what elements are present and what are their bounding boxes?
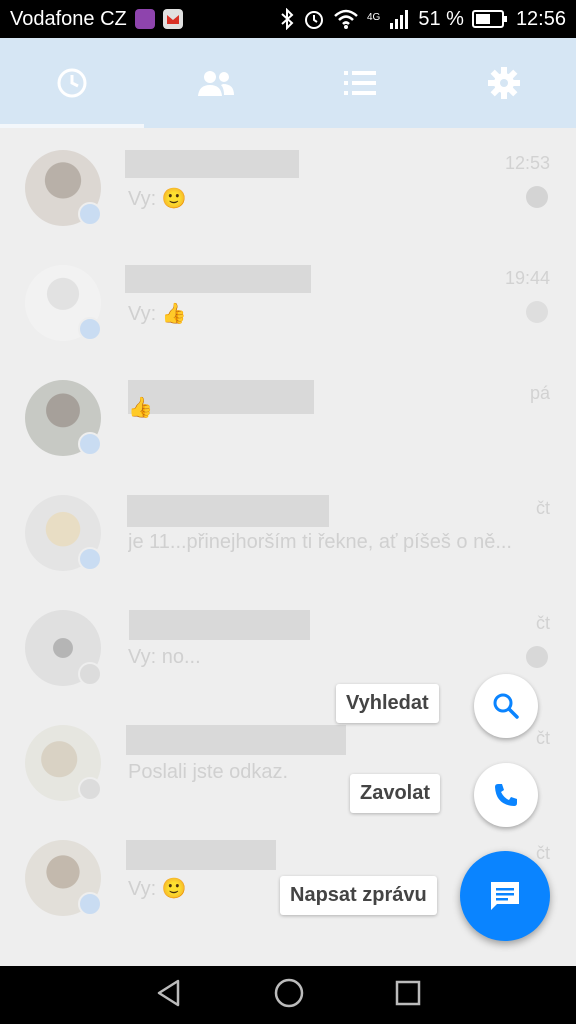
messenger-badge-icon (78, 317, 102, 341)
battery-icon (471, 10, 507, 28)
messenger-badge-icon (78, 892, 102, 916)
seen-avatar-icon (526, 646, 548, 668)
clock-time: 12:56 (515, 7, 566, 30)
gear-icon (488, 67, 520, 99)
recents-button[interactable] (394, 979, 422, 1012)
message-preview: Vy: no... (128, 646, 201, 668)
message-preview: Poslali jste odkaz. (128, 761, 289, 783)
messenger-app: Vy: 🙂 12:53 Vy: 👍 19:44 👍 pá je 11...při… (0, 38, 576, 966)
tab-settings[interactable] (432, 38, 576, 128)
carrier-name: Vodafone CZ (10, 7, 127, 30)
conversation-row[interactable]: 👍 pá (0, 358, 576, 473)
sent-check-icon (526, 186, 548, 208)
search-icon (493, 693, 519, 719)
phone-icon (495, 784, 517, 806)
messenger-badge-icon (78, 202, 102, 226)
message-time: čt (535, 498, 550, 518)
back-button[interactable] (154, 978, 184, 1013)
contact-name-redacted (126, 840, 276, 870)
tab-people[interactable] (144, 38, 288, 128)
call-label[interactable]: Zavolat (350, 774, 441, 813)
call-button[interactable] (474, 763, 538, 827)
message-time: čt (535, 728, 550, 748)
tab-bar (0, 38, 576, 128)
tab-recent[interactable] (0, 38, 144, 128)
facebook-badge-icon (78, 777, 102, 801)
compose-message-button[interactable] (460, 851, 550, 941)
battery-percent: 51 % (418, 7, 464, 30)
alarm-icon (305, 11, 323, 29)
signal-icon (390, 10, 409, 29)
status-bar: Vodafone CZ 4G 51 % 12:56 (0, 0, 576, 38)
search-button[interactable] (474, 674, 538, 738)
recents-icon (395, 980, 420, 1005)
back-icon (158, 979, 180, 1006)
contact-name-redacted (125, 150, 299, 178)
gmail-notification-icon (162, 9, 183, 29)
messenger-badge-icon (78, 432, 102, 456)
seen-avatar-icon (526, 301, 548, 323)
network-type: 4G (367, 11, 381, 23)
people-icon (198, 71, 234, 96)
contact-name-redacted (125, 265, 311, 293)
contact-name-redacted (126, 725, 346, 755)
conversation-row[interactable]: Vy: 👍 19:44 (0, 243, 576, 358)
clock-icon (57, 68, 87, 98)
contact-name-redacted (129, 610, 310, 640)
message-preview: je 11...přinejhorším ti řekne, ať píšeš … (128, 531, 512, 553)
messenger-badge-icon (78, 547, 102, 571)
navigation-bar (0, 966, 576, 1024)
message-preview: 👍 (128, 397, 153, 419)
message-time: 19:44 (504, 268, 550, 288)
tab-groups[interactable] (288, 38, 432, 128)
message-preview: Vy: 👍 (128, 303, 187, 325)
home-button[interactable] (273, 977, 305, 1014)
conversation-row[interactable]: Vy: 🙂 12:53 (0, 128, 576, 243)
wifi-icon (334, 9, 358, 29)
compose-label[interactable]: Napsat zprávu (280, 876, 437, 915)
message-time: čt (535, 613, 550, 633)
conversation-row[interactable]: je 11...přinejhorším ti řekne, ať píšeš … (0, 473, 576, 588)
contact-name-redacted (127, 495, 329, 527)
search-label[interactable]: Vyhledat (336, 684, 439, 723)
facebook-badge-icon (78, 662, 102, 686)
message-icon (491, 882, 519, 910)
message-time: 12:53 (504, 153, 550, 173)
home-icon (274, 978, 304, 1007)
message-time: čt (535, 843, 550, 863)
message-preview: Vy: 🙂 (128, 188, 187, 210)
bluetooth-icon (281, 8, 294, 30)
gallery-notification-icon (134, 9, 155, 29)
list-icon (344, 71, 376, 95)
message-time: pá (529, 383, 550, 403)
